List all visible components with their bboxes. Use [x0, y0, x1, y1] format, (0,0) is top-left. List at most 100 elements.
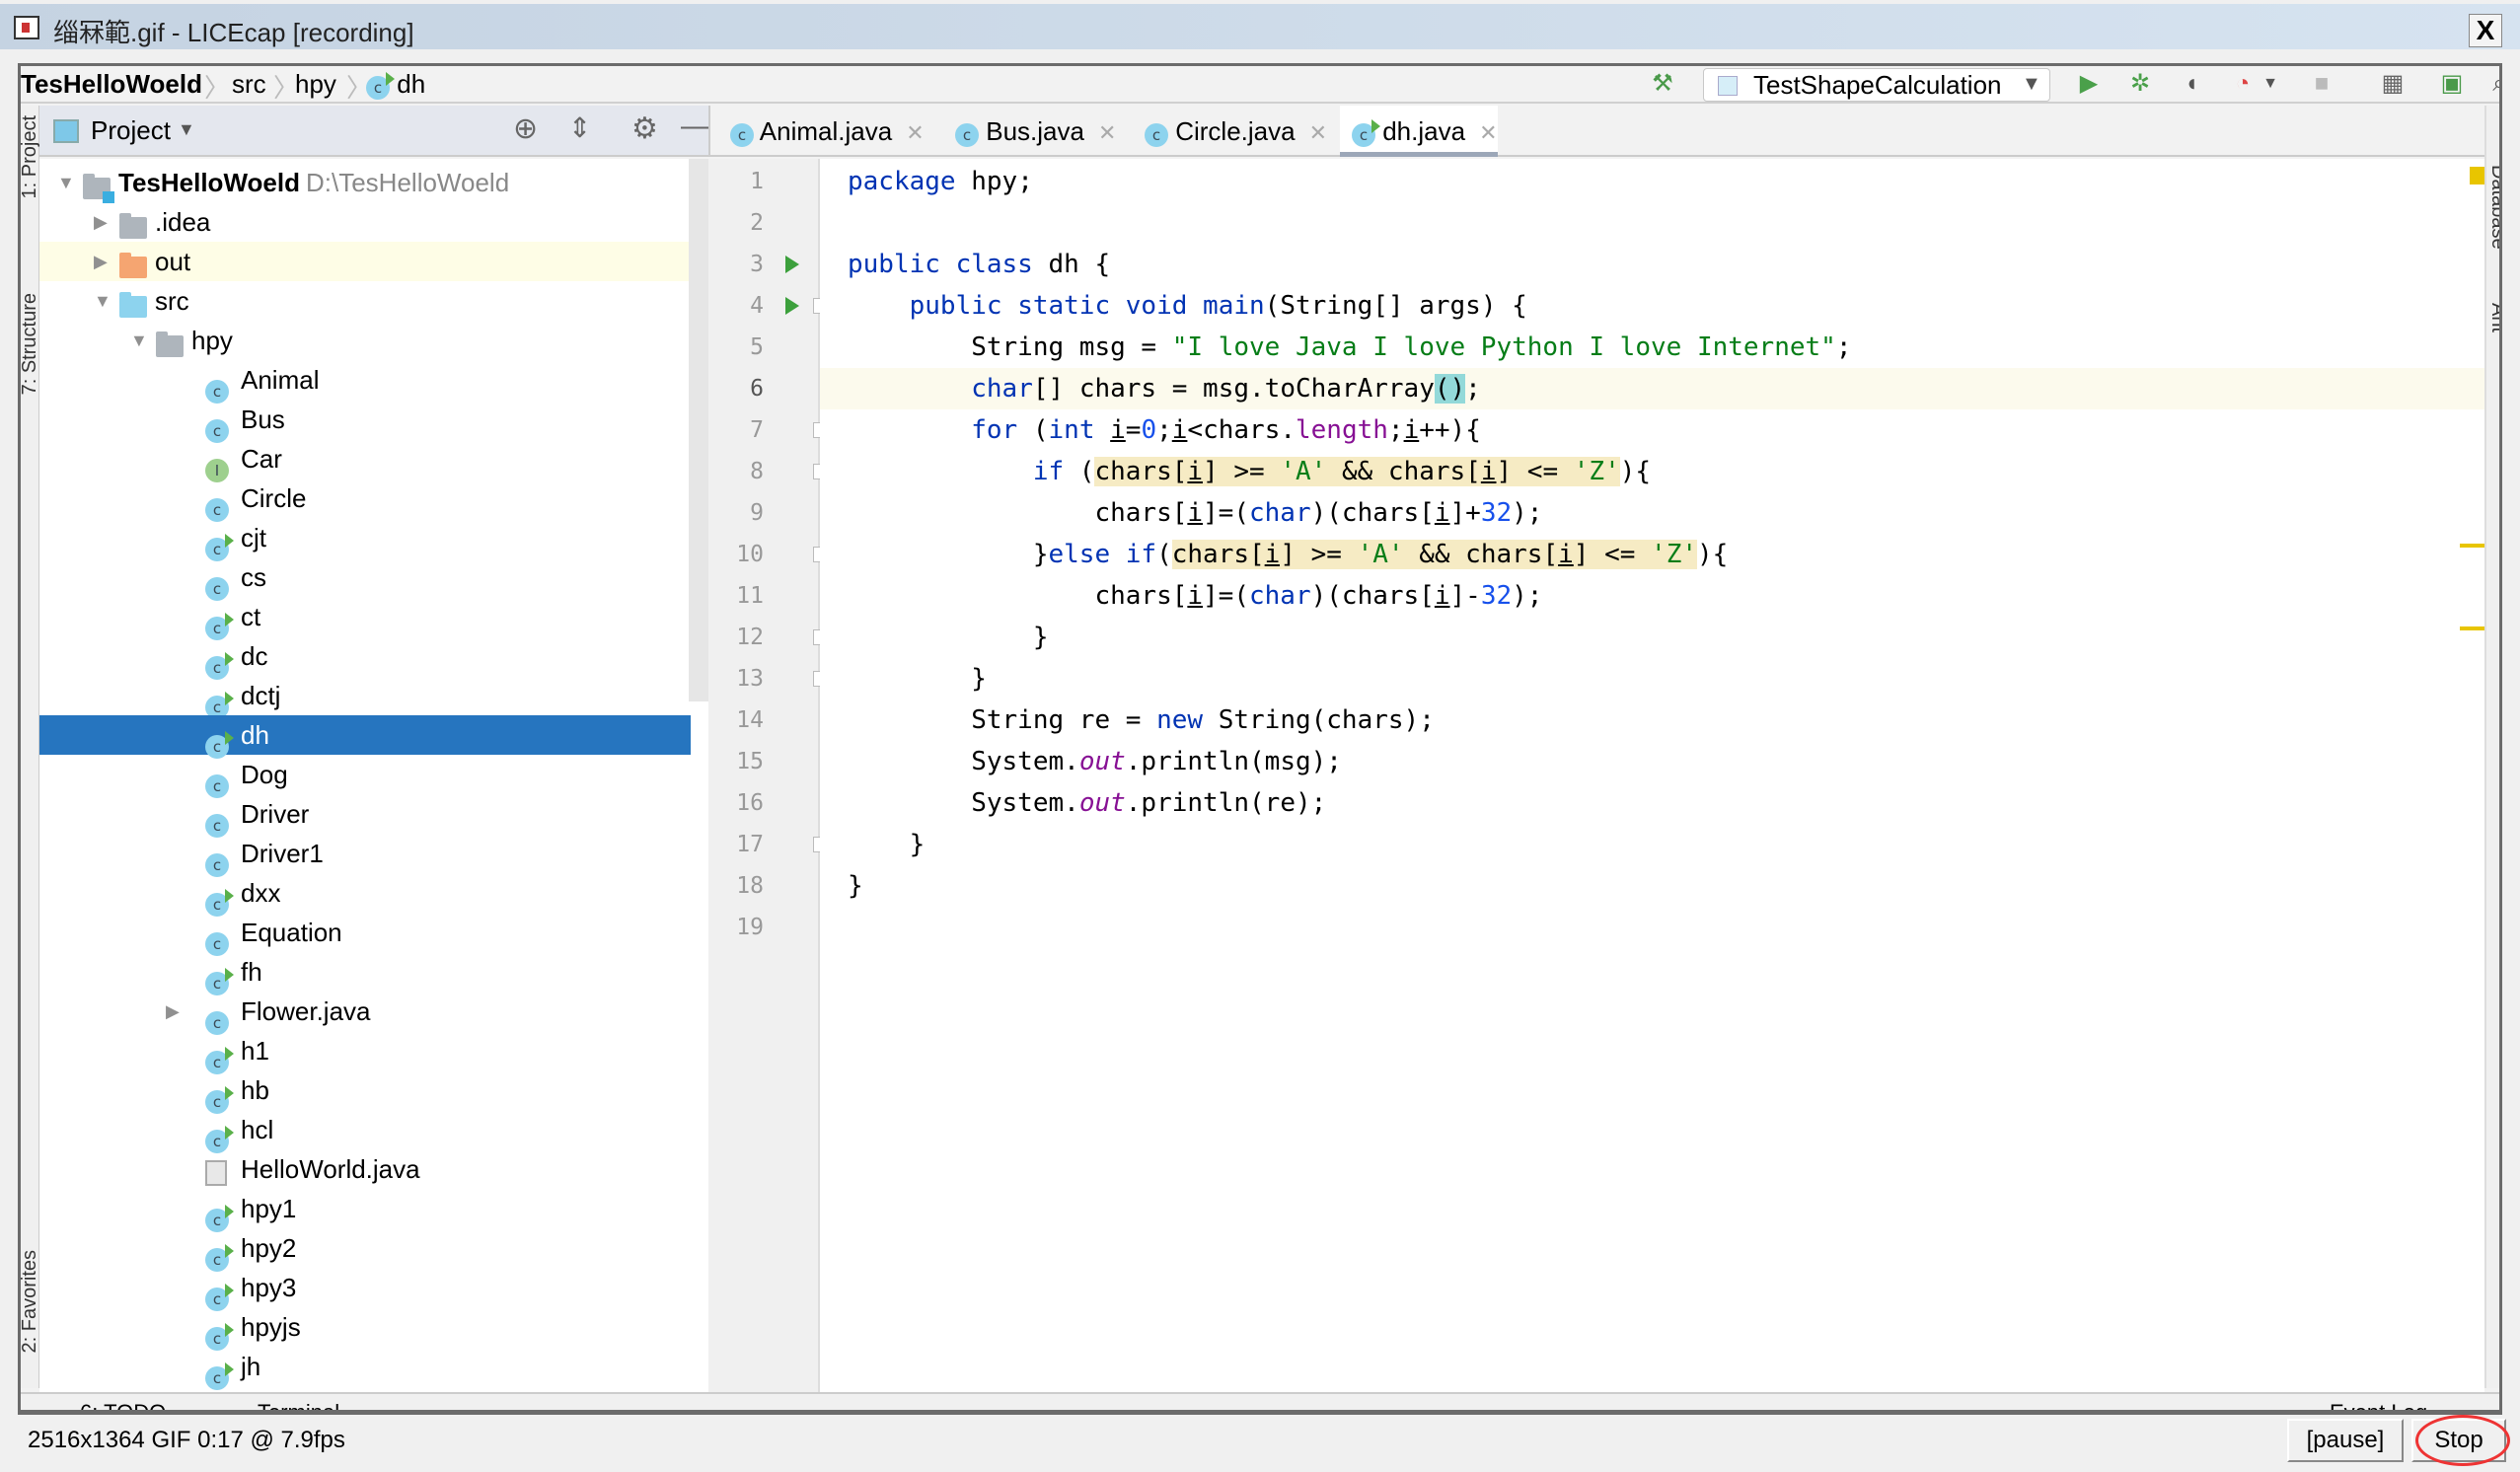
- code-token: i: [1434, 498, 1450, 528]
- code-editor[interactable]: package hpy; public class dh { public sta…: [820, 159, 2487, 1392]
- code-line: String re = new String(chars);: [820, 699, 2484, 741]
- tree-item[interactable]: c dxx: [39, 873, 691, 917]
- code-token: chars[: [1094, 457, 1188, 486]
- pause-button[interactable]: [pause]: [2287, 1419, 2404, 1462]
- tab-bus-java[interactable]: c Bus.java ✕: [943, 106, 1116, 157]
- tree-item[interactable]: c Driver: [39, 794, 691, 838]
- tree-item[interactable]: c Animal: [39, 360, 691, 404]
- tree-item[interactable]: c hpyjs: [39, 1307, 691, 1351]
- collapse-all-icon[interactable]: ⇕: [568, 111, 591, 144]
- code-token: String msg =: [848, 332, 1172, 362]
- tree-item-label: hpyjs: [241, 1312, 301, 1342]
- tree-item[interactable]: ▼ TesHelloWoeld D:\TesHelloWoeld: [39, 163, 691, 203]
- tree-item[interactable]: c cs: [39, 557, 691, 601]
- tree-item[interactable]: c Driver1: [39, 834, 691, 877]
- tab-animal-java[interactable]: c Animal.java ✕: [718, 106, 925, 157]
- tree-item[interactable]: c dctj: [39, 676, 691, 719]
- tree-item[interactable]: c cjt: [39, 518, 691, 561]
- run-config-select[interactable]: TestShapeCalculation ▼: [1703, 68, 2050, 102]
- module-icon: [83, 174, 114, 203]
- tool-todo[interactable]: 6: TODO: [80, 1400, 166, 1410]
- expand-right-icon[interactable]: ▶: [94, 242, 108, 281]
- locate-icon[interactable]: ⊕: [513, 111, 538, 146]
- profile-icon[interactable]: ◔: [2229, 70, 2257, 98]
- tree-item[interactable]: c Circle: [39, 478, 691, 522]
- tree-item[interactable]: ▶ out: [39, 242, 691, 281]
- expand-down-icon[interactable]: ▼: [94, 281, 111, 321]
- run-gutter-icon[interactable]: [785, 256, 799, 273]
- tool-database[interactable]: Database: [2486, 165, 2499, 250]
- tree-item[interactable]: c hpy1: [39, 1189, 691, 1232]
- code-token: 0: [1141, 415, 1157, 445]
- tree-item[interactable]: c dc: [39, 636, 691, 680]
- debug-icon[interactable]: ✲: [2126, 70, 2154, 98]
- coverage-icon[interactable]: ◖: [2178, 70, 2205, 98]
- tree-item-label: Driver: [241, 799, 310, 829]
- hide-icon[interactable]: —: [681, 110, 710, 143]
- tree-item-label: hpy: [191, 326, 233, 355]
- breadcrumb-dh[interactable]: c dh: [366, 69, 425, 100]
- code-token: public static void: [909, 291, 1188, 321]
- code-token: i: [1480, 457, 1497, 486]
- expand-down-icon[interactable]: ▼: [57, 163, 75, 202]
- code-token: length: [1296, 415, 1388, 445]
- tree-item[interactable]: c hcl: [39, 1110, 691, 1153]
- expand-down-icon[interactable]: ▼: [130, 321, 148, 360]
- close-tab-icon[interactable]: ✕: [1479, 120, 1497, 145]
- tool-ant[interactable]: Ant: [2486, 303, 2499, 332]
- close-tab-icon[interactable]: ✕: [1098, 120, 1116, 145]
- tree-item[interactable]: c fh: [39, 952, 691, 995]
- run-icon[interactable]: ▶: [2075, 70, 2103, 98]
- tree-item[interactable]: HelloWorld.java: [39, 1149, 691, 1189]
- hammer-icon[interactable]: ⚒: [1649, 70, 1676, 98]
- tree-item[interactable]: ▶ .idea: [39, 202, 691, 242]
- search-icon[interactable]: ⌕: [2485, 70, 2499, 98]
- app-icon: [14, 16, 39, 39]
- tool-project[interactable]: 1: Project: [21, 115, 41, 198]
- stop-icon[interactable]: ■: [2308, 70, 2335, 98]
- tab-circle-java[interactable]: c Circle.java ✕: [1133, 106, 1327, 157]
- tree-item[interactable]: I Car: [39, 439, 691, 482]
- breadcrumb-project[interactable]: TesHelloWoeld: [21, 69, 202, 100]
- tool-event-log[interactable]: Event Log: [2330, 1400, 2427, 1410]
- breadcrumb-hpy[interactable]: hpy: [295, 69, 336, 100]
- tree-item[interactable]: ▼ hpy: [39, 321, 691, 360]
- tree-scrollbar[interactable]: [689, 159, 708, 701]
- terminal-icon[interactable]: ▣: [2438, 70, 2466, 98]
- title-bar: 缁冧範.gif - LICEcap [recording] X: [0, 4, 2520, 49]
- code-token: )(chars[: [1310, 581, 1435, 611]
- run-gutter-icon[interactable]: [785, 297, 799, 315]
- tree-item[interactable]: ▼ src: [39, 281, 691, 321]
- code-token: System.: [848, 747, 1079, 776]
- licecap-bar: 2516x1364 GIF 0:17 @ 7.9fps [pause] Stop: [0, 1415, 2520, 1472]
- tree-item[interactable]: c dh: [39, 715, 691, 759]
- close-tab-icon[interactable]: ✕: [1309, 120, 1327, 145]
- tree-item[interactable]: c jh: [39, 1347, 691, 1390]
- chevron-down-icon[interactable]: ▼: [2257, 70, 2284, 98]
- expand-right-icon[interactable]: ▶: [94, 202, 108, 242]
- close-tab-icon[interactable]: ✕: [906, 120, 924, 145]
- tree-item[interactable]: c Bus: [39, 400, 691, 443]
- code-token: ;: [1835, 332, 1852, 362]
- tree-item[interactable]: c hpy2: [39, 1228, 691, 1272]
- close-button[interactable]: X: [2469, 14, 2502, 47]
- tree-item[interactable]: c h1: [39, 1031, 691, 1074]
- breadcrumb-src[interactable]: src: [232, 69, 266, 100]
- tree-item[interactable]: c ct: [39, 597, 691, 640]
- tool-favorites[interactable]: 2: Favorites: [21, 1250, 41, 1353]
- tab-dh-java[interactable]: c dh.java ✕: [1340, 106, 1498, 157]
- code-token: .println(msg);: [1125, 747, 1342, 776]
- tree-item[interactable]: ▶ c Flower.java: [39, 992, 691, 1035]
- tree-item[interactable]: c hb: [39, 1070, 691, 1114]
- expand-right-icon[interactable]: ▶: [166, 992, 180, 1031]
- tool-terminal[interactable]: Terminal: [258, 1400, 339, 1410]
- tree-item[interactable]: c hpy3: [39, 1268, 691, 1311]
- tool-structure[interactable]: 7: Structure: [21, 293, 41, 395]
- tree-item[interactable]: c Equation: [39, 913, 691, 956]
- chevron-down-icon[interactable]: ▼: [178, 119, 195, 140]
- tree-item[interactable]: c Dog: [39, 755, 691, 798]
- project-structure-icon[interactable]: ▦: [2379, 70, 2407, 98]
- gear-icon[interactable]: ⚙: [631, 111, 658, 146]
- project-view-icon: [53, 119, 79, 143]
- project-panel-title[interactable]: Project: [91, 115, 171, 146]
